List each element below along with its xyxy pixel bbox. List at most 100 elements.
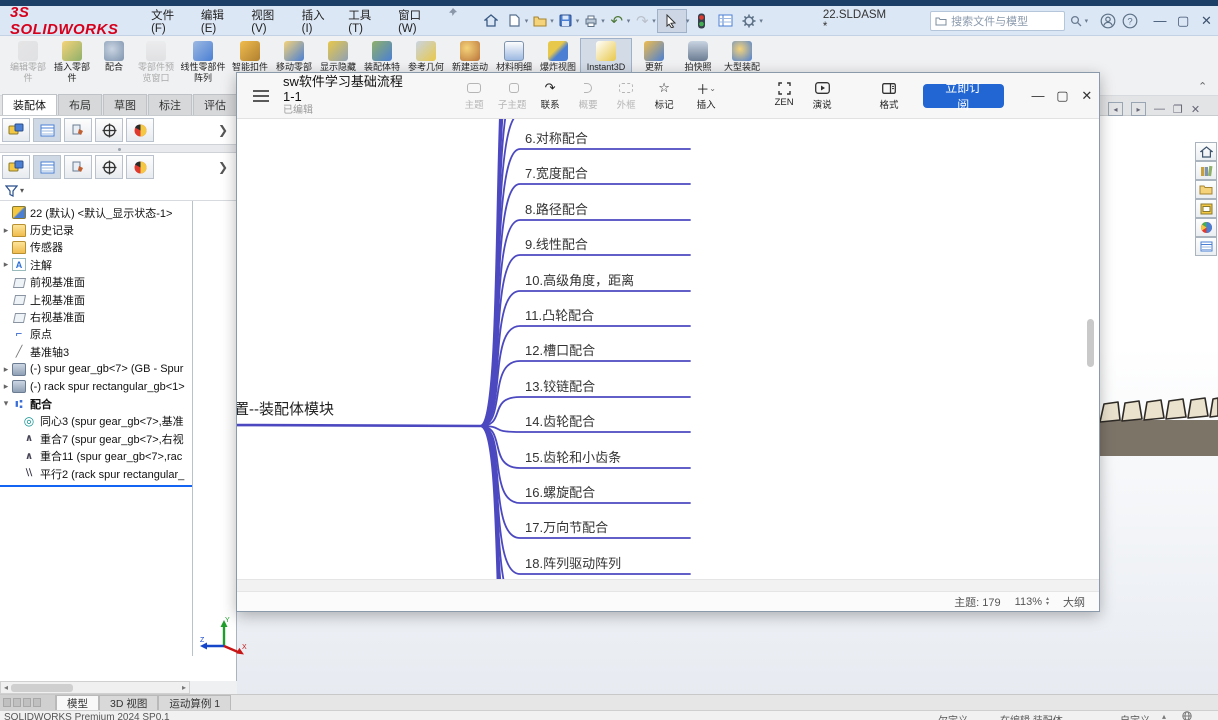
save-icon[interactable] [555, 11, 577, 31]
mindmap-topic[interactable]: 9.线性配合 [525, 234, 588, 253]
mindmap-topic[interactable]: 10.高级角度，距离 [525, 270, 634, 289]
undo-dropdown-icon[interactable]: ▾ [627, 17, 631, 25]
mindmap-topic[interactable]: 18.阵列驱动阵列 [525, 553, 621, 572]
select-dropdown-icon[interactable]: ▾ [686, 17, 690, 25]
pane-close-icon[interactable]: ✕ [1191, 103, 1200, 116]
statusbar-up-icon[interactable]: ▴ [1162, 712, 1166, 720]
minimize-button[interactable]: — [1148, 10, 1171, 32]
help-icon[interactable]: ? [1120, 11, 1140, 31]
scroll-thumb[interactable] [11, 683, 74, 692]
new-dropdown-icon[interactable]: ▾ [525, 17, 529, 25]
panel-splitter[interactable] [0, 144, 236, 153]
mindmap-topic[interactable]: 17.万向节配合 [525, 517, 608, 536]
expand-icon[interactable]: ▸ [0, 259, 12, 270]
tree-item-top-plane[interactable]: 上视基准面 [0, 291, 192, 308]
mindmap-topic[interactable]: 16.螺旋配合 [525, 482, 595, 501]
appearances-icon[interactable] [1195, 218, 1217, 237]
close-button[interactable]: ✕ [1195, 10, 1218, 32]
tree-item-right-plane[interactable]: 右视基准面 [0, 308, 192, 325]
design-library-icon[interactable] [1195, 161, 1217, 180]
outline-button[interactable]: 大纲 [1063, 594, 1085, 610]
tool-present[interactable]: 演说 [803, 80, 841, 111]
globe-icon[interactable] [1182, 711, 1192, 720]
tree-item-axis[interactable]: ╱ 基准轴3 [0, 343, 192, 360]
hamburger-menu-icon[interactable] [253, 89, 269, 102]
print-icon[interactable] [580, 11, 602, 31]
file-explorer-icon[interactable] [1195, 180, 1217, 199]
mindmap-minimize-button[interactable]: — [1026, 85, 1050, 107]
rebuild-icon[interactable] [690, 11, 712, 31]
tree-item-coincident11[interactable]: ∧ 重合11 (spur gear_gb<7>,rac [0, 447, 192, 464]
options-dropdown-icon[interactable]: ▾ [759, 17, 763, 25]
tool-relationship[interactable]: ↷ 联系 [531, 80, 569, 111]
toolbar-linear-pattern[interactable]: 线性零部件阵列 [178, 38, 228, 94]
tab-sketch[interactable]: 草图 [103, 94, 147, 115]
tab-scroll-buttons[interactable] [0, 695, 56, 710]
subscribe-button[interactable]: 立即订阅 [922, 81, 1004, 112]
new-document-icon[interactable] [504, 11, 526, 31]
display-manager-icon-2[interactable] [126, 155, 154, 179]
menu-tools[interactable]: 工具(T) [339, 3, 389, 39]
tree-item-sensors[interactable]: 传感器 [0, 239, 192, 256]
tree-item-front-plane[interactable]: 前视基准面 [0, 274, 192, 291]
tree-filter-bar[interactable]: ▾ [0, 181, 236, 201]
undo-icon[interactable]: ↶ [606, 11, 628, 31]
tab-motion-study[interactable]: 运动算例 1 [158, 695, 232, 710]
open-dropdown-icon[interactable]: ▾ [550, 17, 554, 25]
tree-item-origin[interactable]: ⌐ 原点 [0, 326, 192, 343]
central-topic[interactable]: 置--装配体模块 [237, 398, 334, 419]
mindmap-close-button[interactable]: ✕ [1075, 85, 1099, 107]
select-cursor-icon[interactable] [656, 8, 687, 33]
mindmap-topic[interactable]: 13.铰链配合 [525, 376, 595, 395]
tab-assembly[interactable]: 装配体 [2, 94, 57, 115]
tab-layout[interactable]: 布局 [58, 94, 102, 115]
tool-format[interactable]: 格式 [871, 80, 907, 111]
tool-marker[interactable]: ☆ 标记 [645, 80, 683, 111]
view-palette-icon[interactable] [1195, 199, 1217, 218]
expand-icon[interactable]: ▸ [0, 225, 12, 236]
open-icon[interactable] [529, 11, 551, 31]
mindmap-horizontal-scrollbar[interactable]: ◂ ▸ [237, 579, 1099, 591]
featuremanager-tree-icon-2[interactable] [2, 155, 30, 179]
property-manager-icon-2[interactable] [33, 155, 61, 179]
expand-icon[interactable]: ▸ [0, 381, 12, 392]
maximize-button[interactable]: ▢ [1172, 10, 1195, 32]
user-account-icon[interactable] [1098, 11, 1118, 31]
tree-item-spur-gear[interactable]: ▸ (-) spur gear_gb<7> (GB - Spur [0, 361, 192, 378]
pin-menu-icon[interactable] [443, 3, 462, 23]
panel-horizontal-scrollbar[interactable]: ◂ ▸ [0, 681, 190, 694]
mindmap-topic[interactable]: 6.对称配合 [525, 128, 588, 147]
toolbar-insert-component[interactable]: 插入零部件 [50, 38, 94, 94]
tree-item-mates[interactable]: ▾ ⑆ 配合 [0, 395, 192, 412]
forward-icon[interactable]: ▸ [1131, 102, 1146, 116]
save-dropdown-icon[interactable]: ▾ [576, 17, 580, 25]
panel-expand-chevron-icon-2[interactable]: ❯ [218, 160, 228, 174]
search-icon[interactable] [1066, 11, 1086, 31]
search-dropdown-icon[interactable]: ▾ [1085, 17, 1089, 25]
customize-label[interactable]: 自定义 [1120, 712, 1150, 720]
display-pane-icon[interactable] [714, 11, 736, 31]
mindmap-topic[interactable]: 11.凸轮配合 [525, 305, 594, 324]
options-gear-icon[interactable] [738, 11, 760, 31]
tree-item-annotations[interactable]: ▸ A 注解 [0, 256, 192, 273]
tool-zen[interactable]: ZEN [765, 80, 803, 111]
display-manager-icon[interactable] [126, 118, 154, 142]
dimxpert-manager-icon-2[interactable] [95, 155, 123, 179]
tree-item-concentric[interactable]: ◎ 同心3 (spur gear_gb<7>,基准 [0, 413, 192, 430]
back-icon[interactable]: ◂ [1108, 102, 1123, 116]
zoom-control[interactable]: 113% ▴ ▾ [1015, 596, 1049, 608]
mindmap-maximize-button[interactable]: ▢ [1050, 85, 1074, 107]
configuration-manager-icon[interactable] [64, 118, 92, 142]
menu-window[interactable]: 窗口(W) [389, 3, 442, 39]
toolbar-mate[interactable]: 配合 [94, 38, 134, 94]
mindmap-topic[interactable]: 14.齿轮配合 [525, 411, 595, 430]
search-input[interactable]: 搜索文件与模型 [930, 10, 1066, 31]
menu-edit[interactable]: 编辑(E) [192, 3, 242, 39]
home-icon[interactable] [480, 11, 502, 31]
print-dropdown-icon[interactable]: ▾ [601, 17, 605, 25]
tree-item-history[interactable]: ▸ 历史记录 [0, 221, 192, 238]
zoom-stepper-icon[interactable]: ▴ ▾ [1046, 596, 1049, 607]
home-tab-icon[interactable] [1195, 142, 1217, 161]
tree-item-rack[interactable]: ▸ (-) rack spur rectangular_gb<1> [0, 378, 192, 395]
gear-rack-model[interactable] [1088, 394, 1218, 456]
